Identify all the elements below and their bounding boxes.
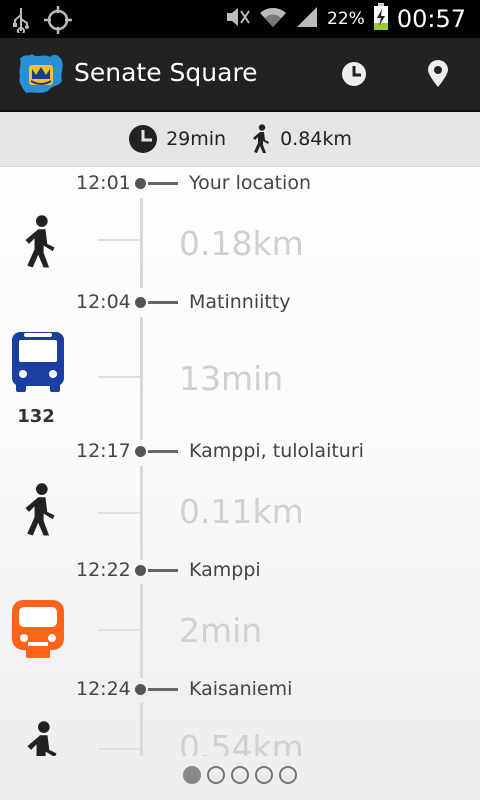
page-indicator	[0, 766, 480, 784]
usb-icon	[12, 7, 30, 37]
page-title: Senate Square	[74, 58, 258, 87]
route-timeline[interactable]: 12:01 Your location 0.18km 12:04 Matinni…	[0, 166, 480, 756]
page-dot[interactable]	[255, 766, 273, 784]
segment-value: 2min	[179, 611, 263, 650]
distance-summary: 0.84km	[250, 124, 352, 154]
status-bar: 22% 00:57	[0, 0, 480, 38]
timeline-line	[140, 703, 143, 756]
app-logo-icon[interactable]	[16, 51, 66, 97]
gps-icon	[44, 6, 72, 38]
clock-icon	[342, 62, 366, 86]
segment-value: 0.18km	[179, 224, 304, 263]
stop-connector	[148, 182, 178, 185]
timeline-line	[140, 466, 143, 560]
bus-icon	[12, 332, 64, 392]
stop-connector	[148, 569, 178, 572]
segment-tick	[98, 239, 140, 241]
stop-time: 12:22	[76, 559, 131, 581]
distance-text: 0.84km	[280, 128, 352, 150]
walking-person-icon	[253, 124, 270, 153]
segment-tick	[98, 748, 140, 750]
clock-button[interactable]	[336, 56, 372, 92]
segment-value: 0.54km	[179, 728, 304, 756]
segment-value: 13min	[179, 359, 284, 398]
stop-name[interactable]: Your location	[189, 172, 311, 194]
stop-dot	[135, 446, 146, 457]
stop-time: 12:24	[76, 678, 131, 700]
timeline-line	[140, 198, 143, 288]
action-bar: Senate Square	[0, 38, 480, 112]
walking-person-icon	[25, 483, 55, 536]
route-number: 132	[17, 406, 55, 427]
mute-icon	[225, 5, 251, 33]
walking-person-icon	[25, 215, 55, 268]
page-dot[interactable]	[183, 766, 201, 784]
duration-text: 29min	[166, 128, 227, 150]
stop-dot	[135, 565, 146, 576]
stop-time: 12:17	[76, 440, 131, 462]
segment-value: 0.11km	[179, 492, 304, 531]
stop-connector	[148, 450, 178, 453]
stop-name[interactable]: Kaisaniemi	[189, 678, 292, 700]
duration-summary: 29min	[128, 124, 226, 154]
stop-time: 12:04	[76, 291, 131, 313]
stop-connector	[148, 688, 178, 691]
page-dot[interactable]	[279, 766, 297, 784]
battery-percent: 22%	[327, 9, 365, 29]
timeline-line	[140, 584, 143, 678]
trip-summary: 29min 0.84km	[0, 112, 480, 167]
page-dot[interactable]	[207, 766, 225, 784]
stop-name[interactable]: Kamppi	[189, 559, 261, 581]
wifi-icon	[259, 5, 287, 33]
stop-connector	[148, 301, 178, 304]
segment-tick	[98, 376, 140, 378]
signal-icon	[295, 5, 319, 33]
walking-person-icon	[27, 721, 57, 756]
segment-tick	[98, 512, 140, 514]
location-button[interactable]	[420, 56, 456, 92]
stop-dot	[135, 178, 146, 189]
segment-tick	[98, 629, 140, 631]
stop-name[interactable]: Matinniitty	[189, 291, 291, 313]
stop-dot	[135, 297, 146, 308]
timeline-line	[140, 317, 143, 440]
stop-time: 12:01	[76, 172, 131, 194]
stop-name[interactable]: Kamppi, tulolaituri	[189, 440, 364, 462]
map-pin-icon	[428, 60, 448, 87]
status-clock: 00:57	[396, 5, 466, 33]
stop-dot	[135, 684, 146, 695]
clock-icon	[129, 125, 158, 153]
battery-charging-icon	[373, 3, 389, 35]
metro-icon	[12, 600, 64, 658]
page-dot[interactable]	[231, 766, 249, 784]
